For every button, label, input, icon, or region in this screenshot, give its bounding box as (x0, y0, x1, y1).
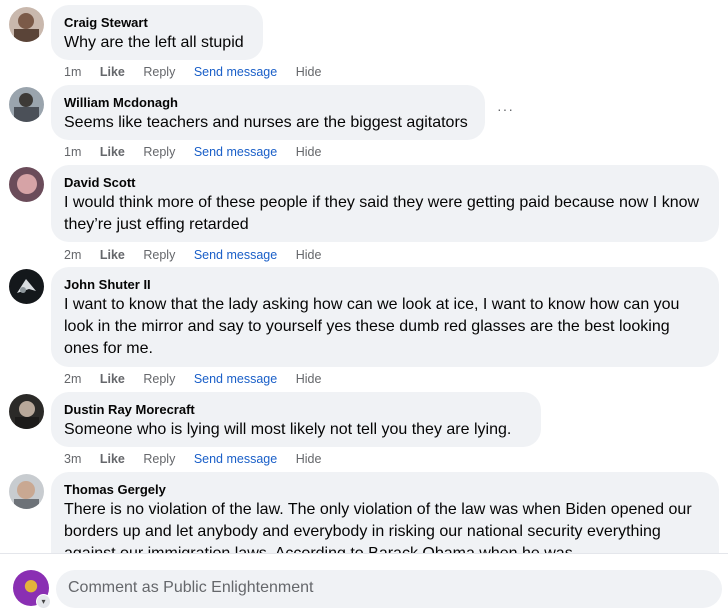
avatar-image (9, 7, 44, 42)
comment-text: I want to know that the lady asking how … (64, 296, 680, 357)
avatar-image (9, 87, 44, 122)
hide-button[interactable]: Hide (296, 64, 322, 80)
more-options-icon[interactable]: ··· (497, 101, 514, 117)
comment-actions: 2m Like Reply Send message Hide (64, 247, 336, 263)
comment-author[interactable]: William Mcdonagh (64, 94, 472, 111)
hide-button[interactable]: Hide (296, 144, 322, 160)
like-button[interactable]: Like (100, 144, 125, 160)
comment-time[interactable]: 3m (64, 451, 81, 467)
comment-input[interactable]: Comment as Public Enlightenment (56, 570, 722, 608)
like-button[interactable]: Like (100, 247, 125, 263)
send-message-link[interactable]: Send message (194, 64, 277, 80)
comment-bubble: Dustin Ray Morecraft Someone who is lyin… (51, 392, 541, 447)
comment-bubble: William Mcdonagh Seems like teachers and… (51, 85, 485, 140)
avatar[interactable] (9, 167, 44, 202)
comment-text: I would think more of these people if th… (64, 194, 700, 233)
comment-time[interactable]: 2m (64, 371, 81, 387)
comment-text: Why are the left all stupid (64, 34, 244, 51)
avatar-image (9, 167, 44, 202)
avatar-image (9, 394, 44, 429)
comment-actions: 1m Like Reply Send message Hide (64, 144, 336, 160)
like-button[interactable]: Like (100, 451, 125, 467)
comment-time[interactable]: 1m (64, 144, 81, 160)
like-button[interactable]: Like (100, 64, 125, 80)
comments-feed: Craig Stewart Why are the left all stupi… (0, 0, 728, 553)
comment-author[interactable]: David Scott (64, 174, 706, 191)
comment-author[interactable]: John Shuter II (64, 276, 706, 293)
comment-bubble: John Shuter II I want to know that the l… (51, 267, 719, 367)
comment-author[interactable]: Thomas Gergely (64, 481, 706, 498)
comment-time[interactable]: 1m (64, 64, 81, 80)
comment-text: There is no violation of the law. The on… (64, 501, 692, 553)
comment-actions: 3m Like Reply Send message Hide (64, 451, 336, 467)
reply-button[interactable]: Reply (143, 144, 175, 160)
avatar-image (9, 269, 44, 304)
comment-text: Someone who is lying will most likely no… (64, 421, 512, 438)
avatar[interactable] (9, 474, 44, 509)
comment-composer: ▾ Comment as Public Enlightenment (0, 553, 728, 611)
chevron-down-icon[interactable]: ▾ (36, 594, 51, 609)
send-message-link[interactable]: Send message (194, 144, 277, 160)
send-message-link[interactable]: Send message (194, 247, 277, 263)
avatar[interactable] (9, 7, 44, 42)
comment-time[interactable]: 2m (64, 247, 81, 263)
avatar[interactable] (9, 394, 44, 429)
reply-button[interactable]: Reply (143, 64, 175, 80)
comment-bubble: Craig Stewart Why are the left all stupi… (51, 5, 263, 60)
hide-button[interactable]: Hide (296, 247, 322, 263)
comment-actions: 1m Like Reply Send message Hide (64, 64, 336, 80)
comment-input-placeholder: Comment as Public Enlightenment (68, 579, 314, 596)
reply-button[interactable]: Reply (143, 247, 175, 263)
comment-bubble: David Scott I would think more of these … (51, 165, 719, 242)
hide-button[interactable]: Hide (296, 451, 322, 467)
reply-button[interactable]: Reply (143, 371, 175, 387)
send-message-link[interactable]: Send message (194, 371, 277, 387)
comment-bubble: Thomas Gergely There is no violation of … (51, 472, 719, 553)
comment-actions: 2m Like Reply Send message Hide (64, 371, 336, 387)
hide-button[interactable]: Hide (296, 371, 322, 387)
reply-button[interactable]: Reply (143, 451, 175, 467)
like-button[interactable]: Like (100, 371, 125, 387)
avatar[interactable] (9, 87, 44, 122)
comment-author[interactable]: Dustin Ray Morecraft (64, 401, 528, 418)
send-message-link[interactable]: Send message (194, 451, 277, 467)
avatar-image (9, 474, 44, 509)
comment-author[interactable]: Craig Stewart (64, 14, 250, 31)
avatar[interactable] (9, 269, 44, 304)
comment-text: Seems like teachers and nurses are the b… (64, 114, 468, 131)
